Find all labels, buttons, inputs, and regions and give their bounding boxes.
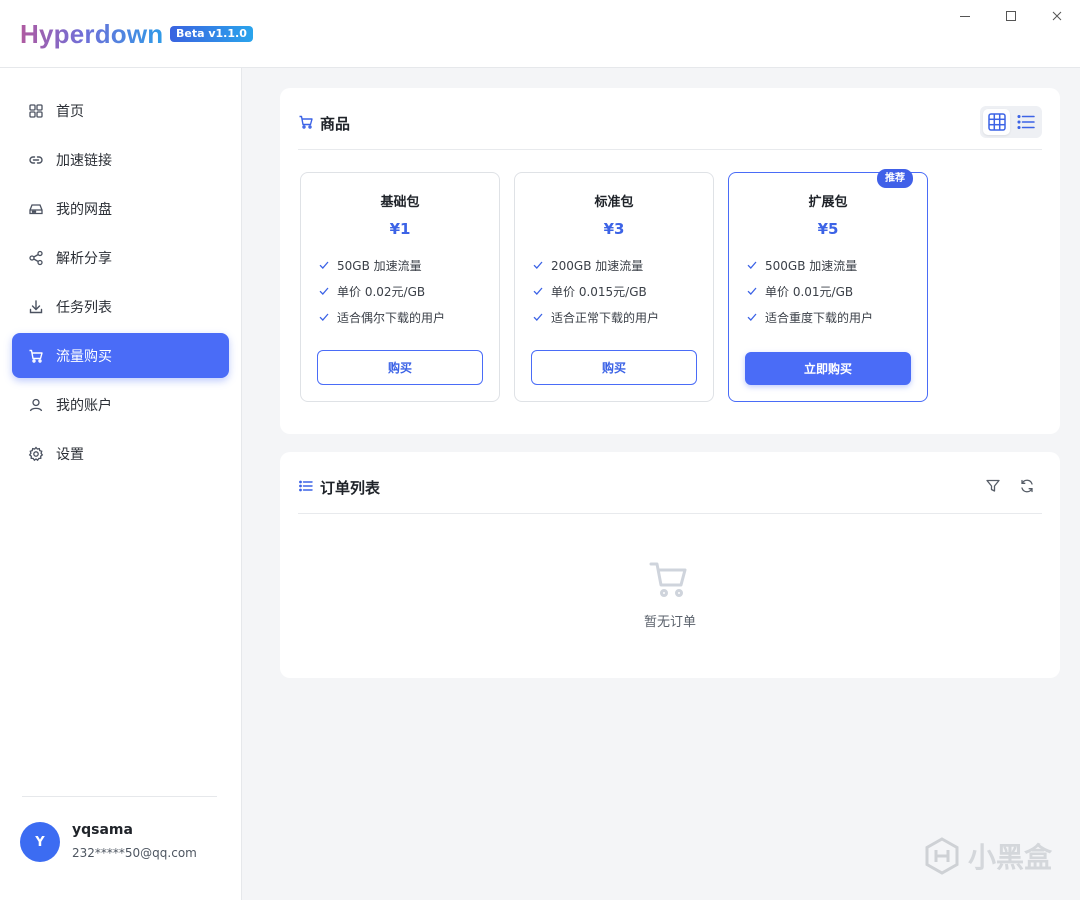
empty-orders-text: 暂无订单 [643, 615, 696, 630]
close-icon [1052, 11, 1062, 21]
sidebar-item-label: 流量购买 [56, 348, 112, 365]
list-view-icon [1016, 114, 1035, 130]
sidebar-item-label: 加速链接 [56, 152, 112, 169]
sidebar-item-traffic-purchase[interactable]: 流量购买 [12, 333, 229, 378]
version-badge: Beta v1.1.0 [170, 26, 253, 42]
download-icon [28, 299, 44, 315]
cart-icon [298, 114, 314, 130]
product-card-basic: 基础包 ¥1 50GB 加速流量 单价 0.02元/GB 适合偶尔下载的用户 购… [300, 172, 500, 402]
sidebar: 首页 加速链接 我的网盘 解析分享 任务列表 流量购买 我的账户 设置 Y yq… [0, 68, 242, 900]
sidebar-item-home[interactable]: 首页 [12, 88, 229, 133]
sidebar-item-parse-share[interactable]: 解析分享 [12, 235, 229, 280]
product-price: ¥1 [389, 220, 411, 238]
list-icon [298, 478, 314, 494]
grid-view-icon [987, 113, 1006, 131]
product-price: ¥5 [817, 220, 839, 238]
product-feature: 50GB 加速流量 [318, 256, 422, 274]
user-name: yqsama [72, 822, 133, 838]
product-feature: 适合偶尔下载的用户 [318, 308, 445, 326]
product-feature: 单价 0.02元/GB [318, 282, 425, 300]
user-icon [28, 397, 44, 413]
check-icon [318, 285, 330, 297]
products-title: 商品 [320, 115, 351, 133]
check-icon [318, 259, 330, 271]
avatar[interactable]: Y [20, 822, 60, 862]
title-bar: Hyperdown Beta v1.1.0 [0, 0, 1080, 68]
check-icon [318, 311, 330, 323]
product-feature: 适合正常下载的用户 [532, 308, 659, 326]
maximize-button[interactable] [996, 2, 1026, 30]
product-feature: 500GB 加速流量 [746, 256, 857, 274]
check-icon [532, 311, 544, 323]
products-header: 商品 [298, 88, 1042, 150]
grid-view-button[interactable] [983, 109, 1010, 135]
watermark-logo-icon [925, 837, 959, 875]
product-price: ¥3 [603, 220, 625, 238]
link-icon [28, 152, 44, 168]
products-panel: 商品 基础包 ¥1 50GB 加速流量 单价 0.02元/GB 适合偶尔下载的用… [280, 88, 1060, 434]
app-brand: Hyperdown [20, 19, 164, 49]
watermark: 小黑盒 [922, 836, 1052, 876]
check-icon [746, 311, 758, 323]
grid-icon [28, 103, 44, 119]
product-feature: 单价 0.01元/GB [746, 282, 853, 300]
sidebar-item-label: 首页 [56, 103, 84, 120]
check-icon [746, 259, 758, 271]
sidebar-item-label: 我的网盘 [56, 201, 112, 218]
view-toggle [980, 106, 1042, 138]
close-button[interactable] [1042, 2, 1072, 30]
watermark-text: 小黑盒 [967, 841, 1052, 874]
orders-header: 订单列表 [298, 452, 1042, 514]
orders-panel: 订单列表 暂无订单 [280, 452, 1060, 678]
buy-button[interactable]: 购买 [317, 350, 483, 385]
sidebar-item-task-list[interactable]: 任务列表 [12, 284, 229, 329]
buy-now-button[interactable]: 立即购买 [745, 352, 911, 385]
recommended-badge: 推荐 [877, 169, 913, 188]
refresh-icon[interactable] [1019, 478, 1035, 494]
sidebar-item-my-account[interactable]: 我的账户 [12, 382, 229, 427]
product-name: 标准包 [594, 195, 634, 210]
check-icon [532, 259, 544, 271]
sidebar-item-label: 设置 [56, 446, 84, 463]
cart-icon [28, 348, 44, 364]
share-icon [28, 250, 44, 266]
check-icon [532, 285, 544, 297]
sidebar-item-label: 我的账户 [56, 397, 112, 414]
filter-icon[interactable] [985, 478, 1001, 494]
product-card-extended: 推荐 扩展包 ¥5 500GB 加速流量 单价 0.01元/GB 适合重度下载的… [728, 169, 928, 402]
orders-title: 订单列表 [320, 479, 381, 497]
sidebar-item-label: 解析分享 [56, 250, 112, 267]
product-feature: 200GB 加速流量 [532, 256, 643, 274]
gear-icon [28, 446, 44, 462]
product-feature: 单价 0.015元/GB [532, 282, 647, 300]
product-name: 扩展包 [808, 195, 848, 210]
product-name: 基础包 [380, 195, 420, 210]
user-email: 232*****50@qq.com [72, 846, 197, 860]
buy-button[interactable]: 购买 [531, 350, 697, 385]
check-icon [746, 285, 758, 297]
drive-icon [28, 201, 44, 217]
product-card-standard: 标准包 ¥3 200GB 加速流量 单价 0.015元/GB 适合正常下载的用户… [514, 172, 714, 402]
sidebar-divider [22, 796, 217, 797]
sidebar-item-settings[interactable]: 设置 [12, 431, 229, 476]
sidebar-item-accelerate-link[interactable]: 加速链接 [12, 137, 229, 182]
empty-cart-icon [648, 558, 690, 600]
sidebar-item-my-drive[interactable]: 我的网盘 [12, 186, 229, 231]
maximize-icon [1006, 11, 1016, 21]
product-feature: 适合重度下载的用户 [746, 308, 873, 326]
list-view-button[interactable] [1012, 109, 1039, 135]
sidebar-item-label: 任务列表 [56, 299, 112, 316]
minimize-button[interactable] [950, 2, 980, 30]
minimize-icon [960, 16, 970, 17]
